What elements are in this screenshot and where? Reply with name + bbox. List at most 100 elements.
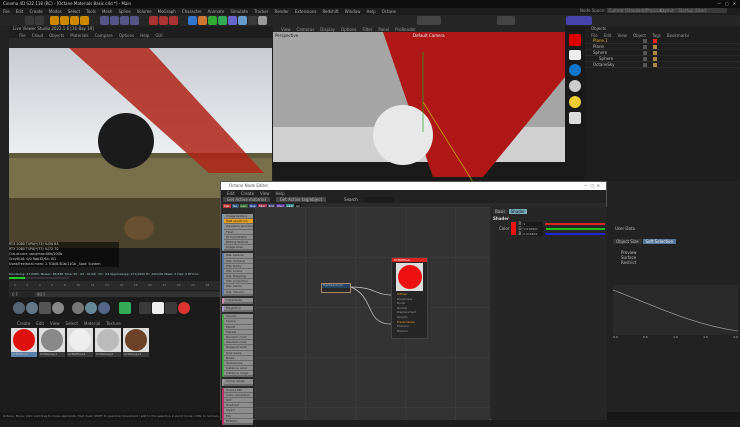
deformer-icon[interactable] — [228, 16, 238, 25]
menu-item-file[interactable]: File — [3, 9, 10, 14]
metal-material-icon[interactable] — [98, 302, 111, 314]
sun-icon[interactable] — [569, 96, 581, 108]
visibility-toggle-icon[interactable] — [643, 39, 647, 43]
material-menu-select[interactable]: Select — [66, 321, 78, 326]
render-camera-icon[interactable] — [569, 34, 581, 46]
channel-slider[interactable] — [545, 227, 605, 230]
menu-item-render[interactable]: Render — [274, 9, 288, 14]
prev-icon[interactable] — [417, 16, 441, 25]
tab-soft-selection[interactable]: Soft Selection — [642, 239, 677, 244]
window-controls[interactable]: — ▢ ✕ — [717, 0, 736, 8]
viewport-menu-cameras[interactable]: Cameras — [297, 27, 315, 32]
rotate-icon[interactable] — [70, 16, 80, 25]
live-viewer-menu-materials[interactable]: Materials — [70, 33, 88, 38]
floor-icon[interactable] — [238, 16, 248, 25]
node-editor-menu-edit[interactable]: Edit — [227, 191, 235, 196]
subdiv-icon[interactable] — [208, 16, 218, 25]
get-active-material-button[interactable]: Get Active material — [223, 197, 270, 202]
z-axis-icon[interactable] — [119, 16, 129, 25]
live-viewer-menu-objects[interactable]: Objects — [49, 33, 64, 38]
x-axis-icon[interactable] — [99, 16, 109, 25]
objects-menu-object[interactable]: Object — [633, 33, 646, 38]
live-viewer-menu-compare[interactable]: Compare — [95, 33, 113, 38]
node-icon[interactable] — [138, 302, 151, 314]
material-swatch[interactable]: OctGlossy2 — [95, 328, 121, 357]
y-axis-icon[interactable] — [109, 16, 119, 25]
color-swatch[interactable] — [511, 222, 517, 235]
node-editor-close[interactable]: — ▢ ✕ — [584, 182, 600, 190]
live-viewer-menu-gui[interactable]: GUI — [155, 33, 162, 38]
menu-item-modes[interactable]: Modes — [49, 9, 62, 14]
node-list-item[interactable]: Curve range — [224, 379, 253, 385]
diffuse-material-icon[interactable] — [13, 302, 25, 314]
node-tab-gen[interactable]: Gen — [239, 204, 248, 208]
live-viewer-menu-file[interactable]: File — [19, 33, 26, 38]
menu-item-window[interactable]: Window — [345, 9, 361, 14]
node-tab-mat[interactable]: Mat — [223, 204, 231, 208]
viewport-menu-panel[interactable]: Panel — [378, 27, 389, 32]
channel-slider[interactable] — [545, 232, 605, 235]
octane-settings-icon[interactable] — [566, 16, 592, 25]
tag-icon[interactable] — [653, 51, 657, 55]
portal-material-icon[interactable] — [72, 302, 85, 314]
menu-item-help[interactable]: Help — [366, 9, 375, 14]
mix-material-icon[interactable] — [52, 302, 64, 314]
material-node[interactable]: OctDiffuse Diffuse Roughness Bump Normal Dis… — [391, 257, 428, 339]
checks-icon[interactable] — [151, 302, 164, 314]
viewport-layout-icon[interactable] — [497, 16, 515, 25]
viewport[interactable]: View Cameras Display Options Filter Panel ProR… — [273, 26, 565, 181]
daylight-icon[interactable] — [569, 64, 581, 76]
viewport-menu-prorender[interactable]: ProRender — [395, 27, 416, 32]
menu-item-mesh[interactable]: Mesh — [102, 9, 113, 14]
pin-medium[interactable]: Medium — [397, 329, 427, 334]
select-icon[interactable] — [80, 16, 90, 25]
live-viewer-menu-help[interactable]: Help — [140, 33, 149, 38]
glossy-material-icon[interactable] — [26, 302, 38, 314]
layout[interactable]: Layout: Startup (User) — [660, 8, 727, 13]
viewport-menu-view[interactable]: View — [281, 27, 291, 32]
attr-field-restrict[interactable]: Restrict — [621, 260, 740, 265]
texture-icon[interactable] — [118, 302, 131, 314]
menu-item-select[interactable]: Select — [68, 9, 80, 14]
start-frame[interactable]: 0 F — [9, 292, 29, 297]
viewport-menu-options[interactable]: Options — [341, 27, 356, 32]
material-swatch[interactable]: OctGlossy3 — [123, 328, 149, 357]
tag-icon[interactable] — [653, 39, 657, 43]
object-row[interactable]: OctaneSky — [585, 62, 740, 68]
material-menu-create[interactable]: Create — [17, 321, 30, 326]
material-swatch[interactable]: OctDiffuse — [11, 328, 37, 357]
menu-item-create[interactable]: Create — [29, 9, 42, 14]
channel-slider[interactable] — [545, 222, 605, 225]
node-list-item[interactable]: Instantiate — [224, 297, 253, 303]
render-view-icon[interactable] — [148, 16, 158, 25]
redo-icon[interactable] — [35, 16, 44, 25]
rgb-spectrum-node[interactable]: RgbSpectrum — [321, 283, 351, 293]
end-frame[interactable]: 90 F — [35, 291, 220, 297]
channel-value[interactable]: 1 — [523, 221, 544, 226]
tag-icon[interactable] — [653, 45, 657, 49]
visibility-toggle-icon[interactable] — [643, 63, 647, 67]
menu-item-volume[interactable]: Volume — [137, 9, 152, 14]
viewport-menu-display[interactable]: Display — [320, 27, 335, 32]
node-list-item[interactable]: Image tiles — [224, 245, 253, 251]
menu-item-tools[interactable]: Tools — [86, 9, 96, 14]
menu-item-tracker[interactable]: Tracker — [254, 9, 268, 14]
layout-select[interactable]: Startup (User) — [676, 8, 727, 13]
pen-icon[interactable] — [198, 16, 208, 25]
viewport-menu-filter[interactable]: Filter — [362, 27, 372, 32]
node-list-item[interactable]: OSL Volume — [224, 289, 253, 295]
tab-basic[interactable]: Basic — [493, 209, 508, 214]
menu-item-mograph[interactable]: MoGraph — [158, 9, 176, 14]
menu-item-animate[interactable]: Animate — [208, 9, 225, 14]
material-swatch[interactable]: OctDiffuse1 — [67, 328, 93, 357]
channel-value[interactable]: 0.016821 — [523, 226, 544, 231]
octane-icon[interactable] — [177, 302, 190, 314]
material-menu-texture[interactable]: Texture — [106, 321, 121, 326]
visibility-toggle-icon[interactable] — [643, 51, 647, 55]
fog-icon[interactable] — [569, 112, 581, 124]
tag-icon[interactable] — [653, 63, 657, 67]
area-light-icon[interactable] — [569, 50, 581, 60]
render-settings-icon[interactable] — [168, 16, 178, 25]
menu-item-extensions[interactable]: Extensions — [295, 9, 317, 14]
menu-item-edit[interactable]: Edit — [16, 9, 24, 14]
